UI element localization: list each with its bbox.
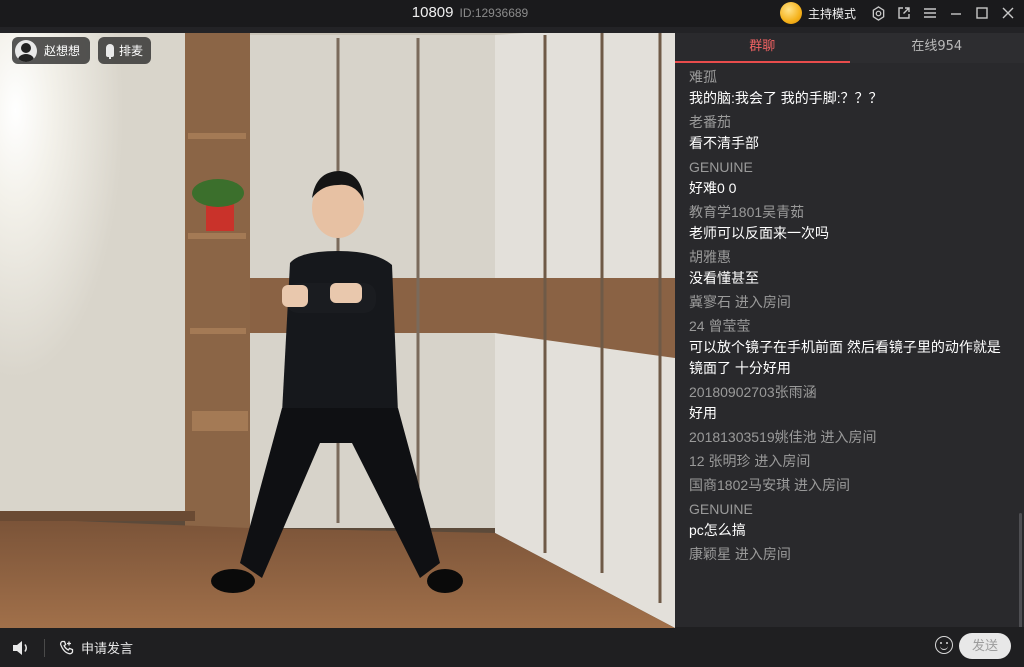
controls-divider [44,638,45,657]
popout-icon[interactable] [896,5,912,21]
volume-icon[interactable] [12,638,32,658]
list-item: 难孤 我的脑:我会了 我的手脚:？？？ [689,67,1010,109]
title-bar: 10809 ID:12936689 主持模式 [0,0,1024,27]
message-text: pc怎么搞 [689,522,746,538]
message-user: 国商1802马安琪 进入房间 [689,477,851,493]
message-text: 好难0 0 [689,180,737,196]
title-actions: 主持模式 [779,1,1016,25]
message-user: 24 曾莹莹 [689,318,751,334]
message-user: GENUINE [689,159,753,175]
list-item: 20181303519姚佳池 进入房间 [689,427,1010,448]
emoji-icon[interactable] [935,636,953,654]
presenter-chip[interactable]: 赵想想 [12,37,91,64]
live-classroom-window: 10809 ID:12936689 主持模式 赵想想 排麦 申请发言 群聊 在线… [0,0,1024,667]
chat-input-bar: 发送 [675,627,1024,667]
message-user: 教育学1801吴青茹 [689,204,805,220]
message-user: 冀寥石 进入房间 [689,294,791,310]
list-item: 老番茄 看不清手部 [689,112,1010,154]
avatar [15,39,37,62]
message-user: 12 张明珍 进入房间 [689,453,811,469]
host-mode-label: 主持模式 [807,6,856,21]
presenter-name: 赵想想 [44,44,81,58]
coin-icon [779,2,802,24]
room-id: ID:12936689 [459,6,529,20]
chat-scrollbar[interactable] [1019,513,1022,633]
message-text: 老师可以反面来一次吗 [689,225,829,241]
list-item: 教育学1801吴青茹 老师可以反面来一次吗 [689,202,1010,244]
apply-speak-button[interactable]: 申请发言 [59,638,133,657]
settings-icon[interactable] [870,5,886,21]
message-text: 我的脑:我会了 我的手脚:？？？ [689,90,883,106]
apply-speak-label: 申请发言 [81,642,134,657]
mic-icon [106,44,114,59]
message-user: 20180902703张雨涵 [689,384,817,400]
message-text: 没看懂甚至 [689,270,759,286]
send-button[interactable]: 发送 [959,633,1011,659]
list-item: GENUINE 好难0 0 [689,157,1010,199]
tab-group-chat[interactable]: 群聊 [675,33,850,63]
list-item: 24 曾莹莹 可以放个镜子在手机前面 然后看镜子里的动作就是镜面了 十分好用 [689,316,1010,379]
phone-icon [59,640,75,656]
menu-icon[interactable] [922,5,938,21]
video-controls: 申请发言 [0,628,675,667]
message-list: 难孤 我的脑:我会了 我的手脚:？？？ 老番茄 看不清手部 GENUINE 好难… [675,63,1024,647]
message-user: 胡雅惠 [689,249,731,265]
queue-button[interactable]: 排麦 [98,37,152,64]
message-user: 康颖星 进入房间 [689,546,791,562]
list-item: GENUINE pc怎么搞 [689,499,1010,541]
message-text: 看不清手部 [689,135,759,151]
close-icon[interactable] [1000,5,1016,21]
message-user: GENUINE [689,501,753,517]
list-item: 康颖星 进入房间 [689,544,1010,565]
host-mode-toggle[interactable]: 主持模式 [779,2,856,24]
list-item: 胡雅惠 没看懂甚至 [689,247,1010,289]
maximize-icon[interactable] [974,5,990,21]
room-number: 10809 [411,4,454,21]
message-user: 20181303519姚佳池 进入房间 [689,429,877,445]
chat-input[interactable] [687,632,955,660]
list-item: 冀寥石 进入房间 [689,292,1010,313]
message-text: 好用 [689,405,717,421]
list-item: 20180902703张雨涵 好用 [689,382,1010,424]
chat-panel: 群聊 在线954 难孤 我的脑:我会了 我的手脚:？？？ 老番茄 看不清手部 G… [675,33,1024,667]
message-user: 老番茄 [689,114,731,130]
video-stream[interactable]: 赵想想 排麦 [0,33,675,628]
list-item: 12 张明珍 进入房间 [689,451,1010,472]
message-user: 难孤 [689,69,717,85]
tab-online[interactable]: 在线954 [849,33,1024,63]
chat-tabs: 群聊 在线954 [675,33,1024,63]
video-frame [0,33,675,628]
minimize-icon[interactable] [948,5,964,21]
message-text: 可以放个镜子在手机前面 然后看镜子里的动作就是镜面了 十分好用 [689,339,1001,376]
queue-label: 排麦 [119,44,144,58]
list-item: 国商1802马安琪 进入房间 [689,475,1010,496]
